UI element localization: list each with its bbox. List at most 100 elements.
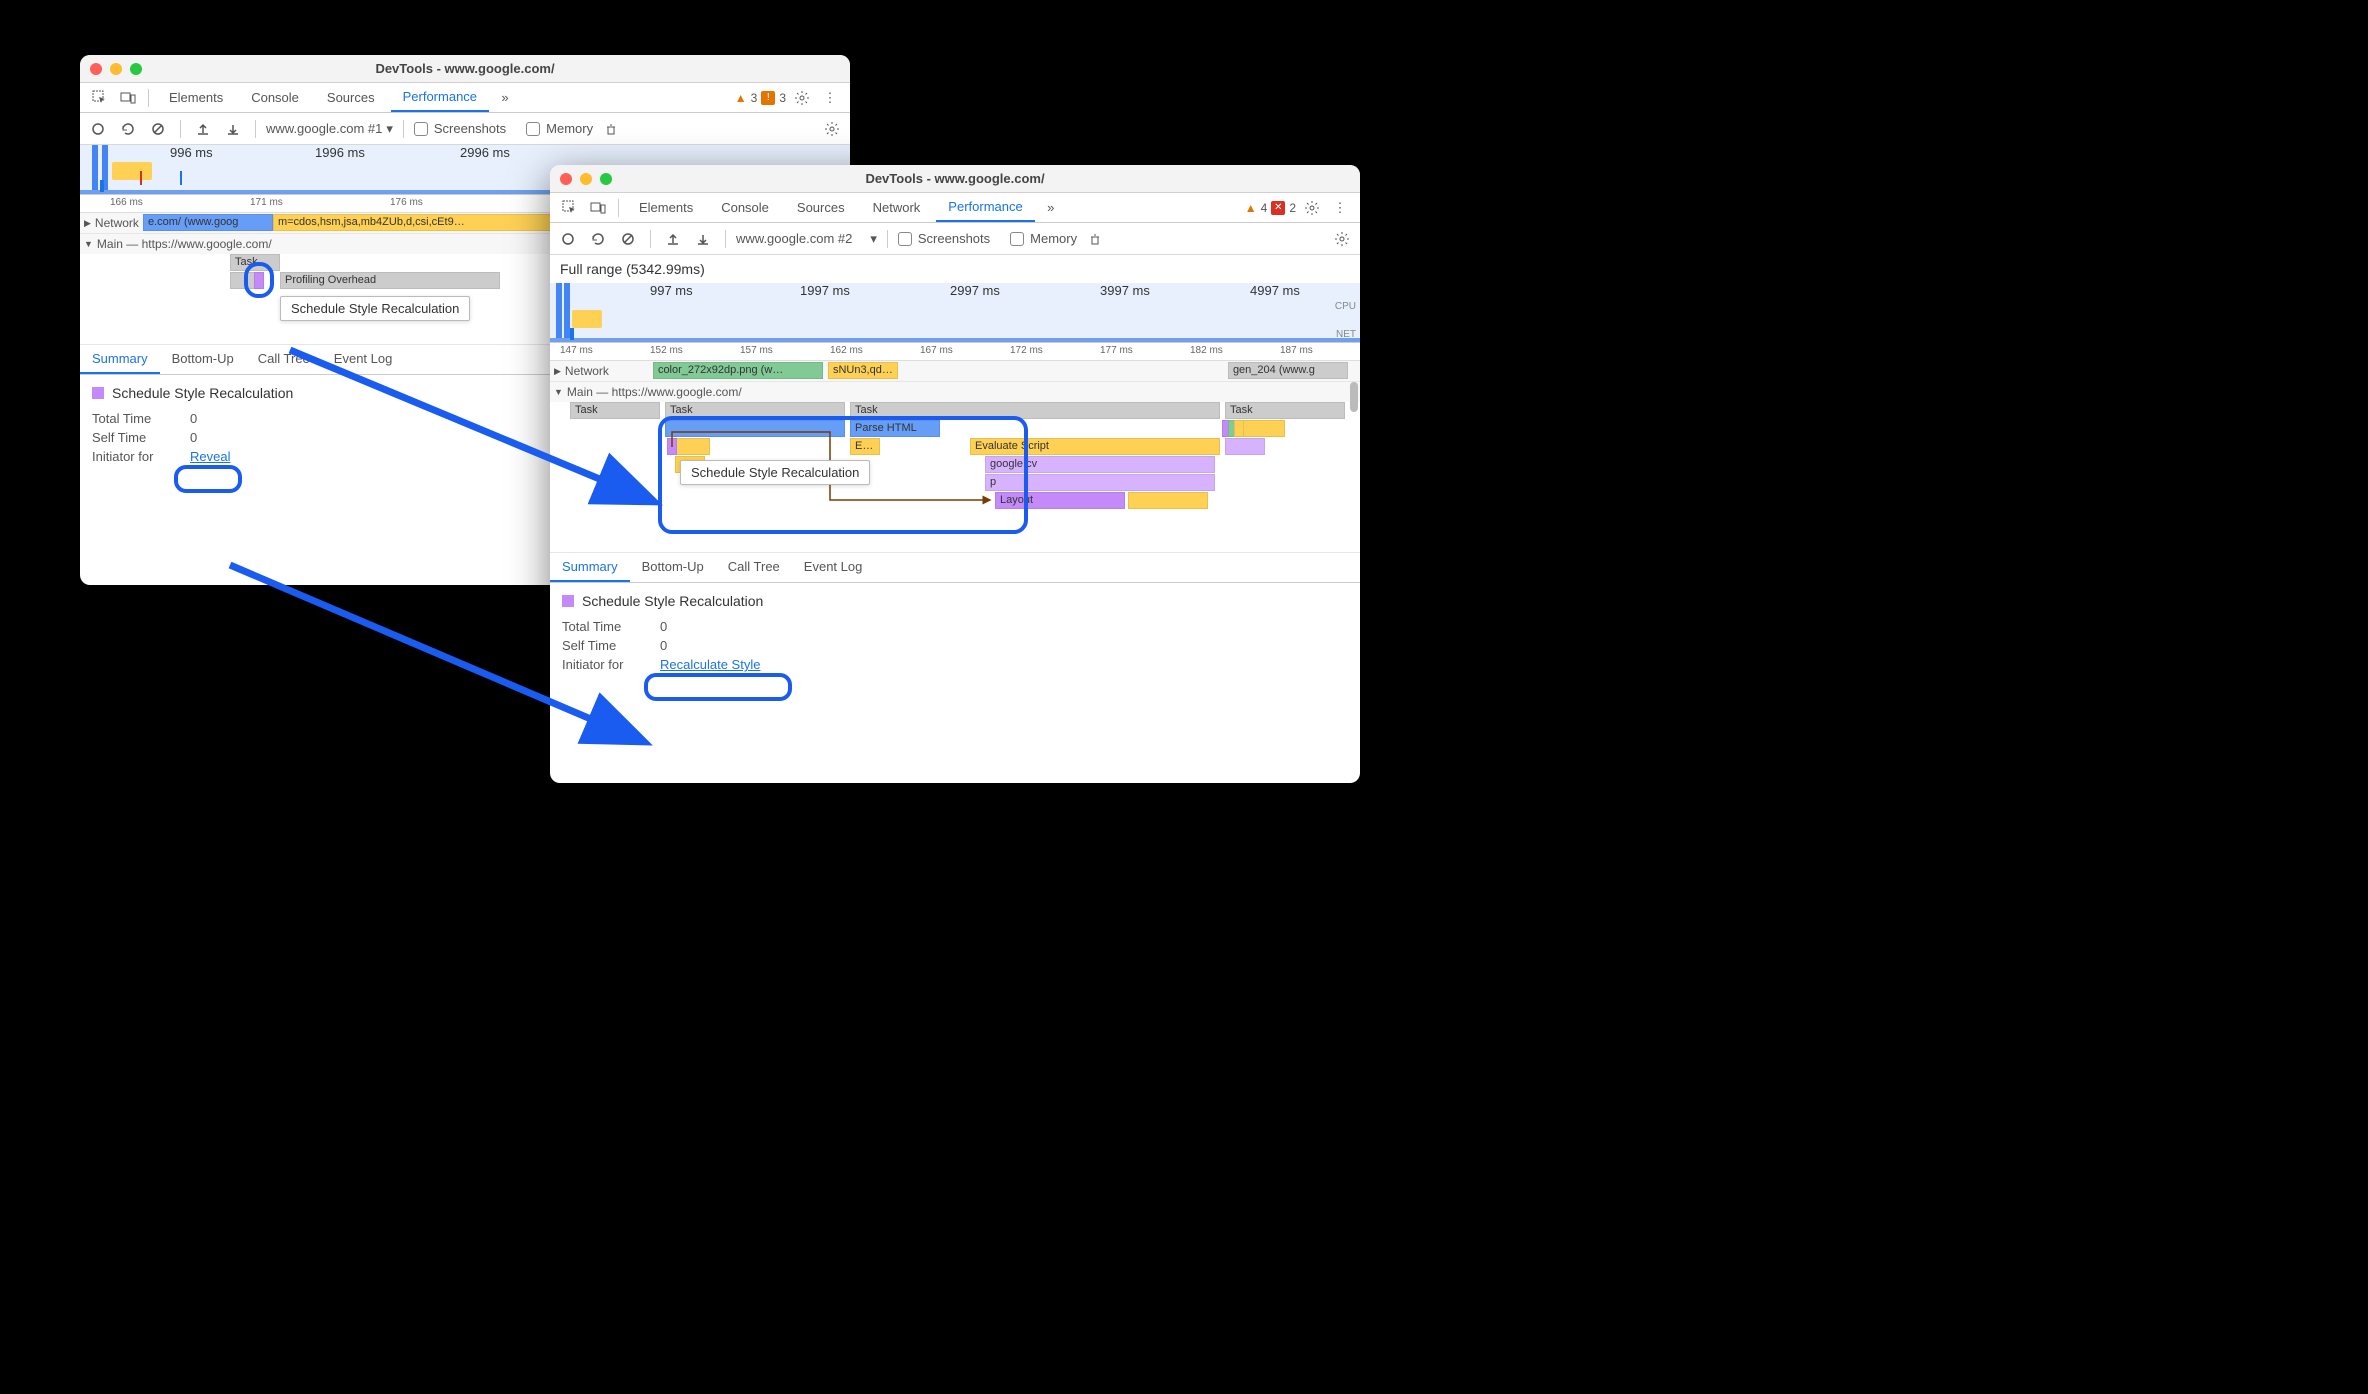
screenshots-label: Screenshots bbox=[434, 121, 506, 136]
window-title: DevTools - www.google.com/ bbox=[80, 61, 850, 76]
flame-item[interactable] bbox=[1234, 420, 1244, 437]
traffic-lights bbox=[560, 173, 612, 185]
flame-e[interactable]: E… bbox=[850, 438, 880, 455]
flame-item[interactable] bbox=[665, 420, 845, 437]
upload-button[interactable] bbox=[661, 227, 685, 251]
inspect-icon[interactable] bbox=[88, 86, 112, 110]
dtab-eventlog[interactable]: Event Log bbox=[322, 345, 405, 374]
clear-button[interactable] bbox=[146, 117, 170, 141]
titlebar: DevTools - www.google.com/ bbox=[550, 165, 1360, 193]
flame-task[interactable]: Task bbox=[665, 402, 845, 419]
flame-task[interactable]: Task bbox=[850, 402, 1220, 419]
screenshots-checkbox[interactable] bbox=[414, 122, 428, 136]
scrollbar-thumb[interactable] bbox=[1350, 382, 1358, 412]
record-button[interactable] bbox=[556, 227, 580, 251]
tab-elements[interactable]: Elements bbox=[627, 194, 705, 221]
memory-checkbox[interactable] bbox=[526, 122, 540, 136]
traffic-lights bbox=[90, 63, 142, 75]
dtab-calltree[interactable]: Call Tree bbox=[246, 345, 322, 374]
timeline-overview[interactable]: 997 ms 1997 ms 2997 ms 3997 ms 4997 ms C… bbox=[550, 283, 1360, 343]
warning-badge[interactable]: ▲4 bbox=[1245, 201, 1268, 215]
device-icon[interactable] bbox=[586, 196, 610, 220]
kebab-icon[interactable]: ⋮ bbox=[818, 86, 842, 110]
reload-button[interactable] bbox=[116, 117, 140, 141]
minimize-button[interactable] bbox=[110, 63, 122, 75]
flame-item[interactable] bbox=[1128, 492, 1208, 509]
flame-parse-html[interactable]: Parse HTML bbox=[850, 420, 940, 437]
perf-toolbar: www.google.com #1▾ Screenshots Memory bbox=[80, 113, 850, 145]
close-button[interactable] bbox=[90, 63, 102, 75]
reload-button[interactable] bbox=[586, 227, 610, 251]
tab-sources[interactable]: Sources bbox=[315, 84, 387, 111]
issue-badge[interactable]: !3 bbox=[761, 91, 786, 105]
dtab-bottomup[interactable]: Bottom-Up bbox=[630, 553, 716, 582]
tab-performance[interactable]: Performance bbox=[936, 193, 1034, 222]
flame-p[interactable]: p bbox=[985, 474, 1215, 491]
more-tabs-icon[interactable]: » bbox=[1039, 196, 1063, 220]
network-item[interactable]: sNUn3,qd… bbox=[828, 362, 898, 379]
flame-task[interactable]: Task bbox=[570, 402, 660, 419]
network-item[interactable]: e.com/ (www.goog bbox=[143, 214, 273, 231]
screenshots-checkbox[interactable] bbox=[898, 232, 912, 246]
record-button[interactable] bbox=[86, 117, 110, 141]
more-tabs-icon[interactable]: » bbox=[493, 86, 517, 110]
tab-performance[interactable]: Performance bbox=[391, 83, 489, 112]
reveal-link[interactable]: Reveal bbox=[190, 449, 230, 464]
flame-tooltip: Schedule Style Recalculation bbox=[280, 296, 470, 321]
flame-layout[interactable]: Layout bbox=[995, 492, 1125, 509]
zoom-button[interactable] bbox=[600, 173, 612, 185]
perf-settings-icon[interactable] bbox=[820, 117, 844, 141]
tab-console[interactable]: Console bbox=[239, 84, 311, 111]
close-button[interactable] bbox=[560, 173, 572, 185]
zoom-button[interactable] bbox=[130, 63, 142, 75]
target-select[interactable]: www.google.com #2▾ bbox=[736, 231, 877, 247]
warning-badge[interactable]: ▲3 bbox=[735, 91, 758, 105]
top-tabbar: Elements Console Sources Performance » ▲… bbox=[80, 83, 850, 113]
network-item[interactable]: color_272x92dp.png (w… bbox=[653, 362, 823, 379]
top-tabbar: Elements Console Sources Network Perform… bbox=[550, 193, 1360, 223]
timeline-ruler[interactable]: 147 ms 152 ms 157 ms 162 ms 167 ms 172 m… bbox=[550, 343, 1360, 361]
minimize-button[interactable] bbox=[580, 173, 592, 185]
gc-icon[interactable] bbox=[1083, 227, 1107, 251]
settings-icon[interactable] bbox=[790, 86, 814, 110]
error-badge[interactable]: ✕2 bbox=[1271, 201, 1296, 215]
event-swatch bbox=[92, 387, 104, 399]
flame-selected[interactable] bbox=[667, 438, 677, 455]
flame-profiling[interactable]: Profiling Overhead bbox=[280, 272, 500, 289]
devtools-window-2: DevTools - www.google.com/ Elements Cons… bbox=[550, 165, 1360, 783]
event-name: Schedule Style Recalculation bbox=[112, 385, 293, 401]
flame-google-cv[interactable]: google.cv bbox=[985, 456, 1215, 473]
flame-tooltip: Schedule Style Recalculation bbox=[680, 460, 870, 485]
dtab-summary[interactable]: Summary bbox=[550, 553, 630, 582]
flame-item[interactable] bbox=[1225, 438, 1265, 455]
tab-sources[interactable]: Sources bbox=[785, 194, 857, 221]
tab-elements[interactable]: Elements bbox=[157, 84, 235, 111]
memory-label: Memory bbox=[1030, 231, 1077, 246]
dtab-bottomup[interactable]: Bottom-Up bbox=[160, 345, 246, 374]
settings-icon[interactable] bbox=[1300, 196, 1324, 220]
gc-icon[interactable] bbox=[599, 117, 623, 141]
dtab-summary[interactable]: Summary bbox=[80, 345, 160, 374]
flame-selected[interactable] bbox=[254, 272, 264, 289]
device-icon[interactable] bbox=[116, 86, 140, 110]
clear-button[interactable] bbox=[616, 227, 640, 251]
recalculate-style-link[interactable]: Recalculate Style bbox=[660, 657, 760, 672]
range-label: Full range (5342.99ms) bbox=[550, 255, 1360, 283]
tab-network[interactable]: Network bbox=[861, 194, 933, 221]
perf-settings-icon[interactable] bbox=[1330, 227, 1354, 251]
memory-checkbox[interactable] bbox=[1010, 232, 1024, 246]
dtab-calltree[interactable]: Call Tree bbox=[716, 553, 792, 582]
download-button[interactable] bbox=[691, 227, 715, 251]
kebab-icon[interactable]: ⋮ bbox=[1328, 196, 1352, 220]
download-button[interactable] bbox=[221, 117, 245, 141]
network-item[interactable]: gen_204 (www.g bbox=[1228, 362, 1348, 379]
dtab-eventlog[interactable]: Event Log bbox=[792, 553, 875, 582]
flame-task[interactable]: Task bbox=[230, 254, 280, 271]
flame-task[interactable]: Task bbox=[1225, 402, 1345, 419]
flame-evaluate[interactable]: Evaluate Script bbox=[970, 438, 1220, 455]
tab-console[interactable]: Console bbox=[709, 194, 781, 221]
target-select[interactable]: www.google.com #1▾ bbox=[266, 121, 393, 137]
upload-button[interactable] bbox=[191, 117, 215, 141]
details-tabs: Summary Bottom-Up Call Tree Event Log bbox=[550, 553, 1360, 583]
inspect-icon[interactable] bbox=[558, 196, 582, 220]
